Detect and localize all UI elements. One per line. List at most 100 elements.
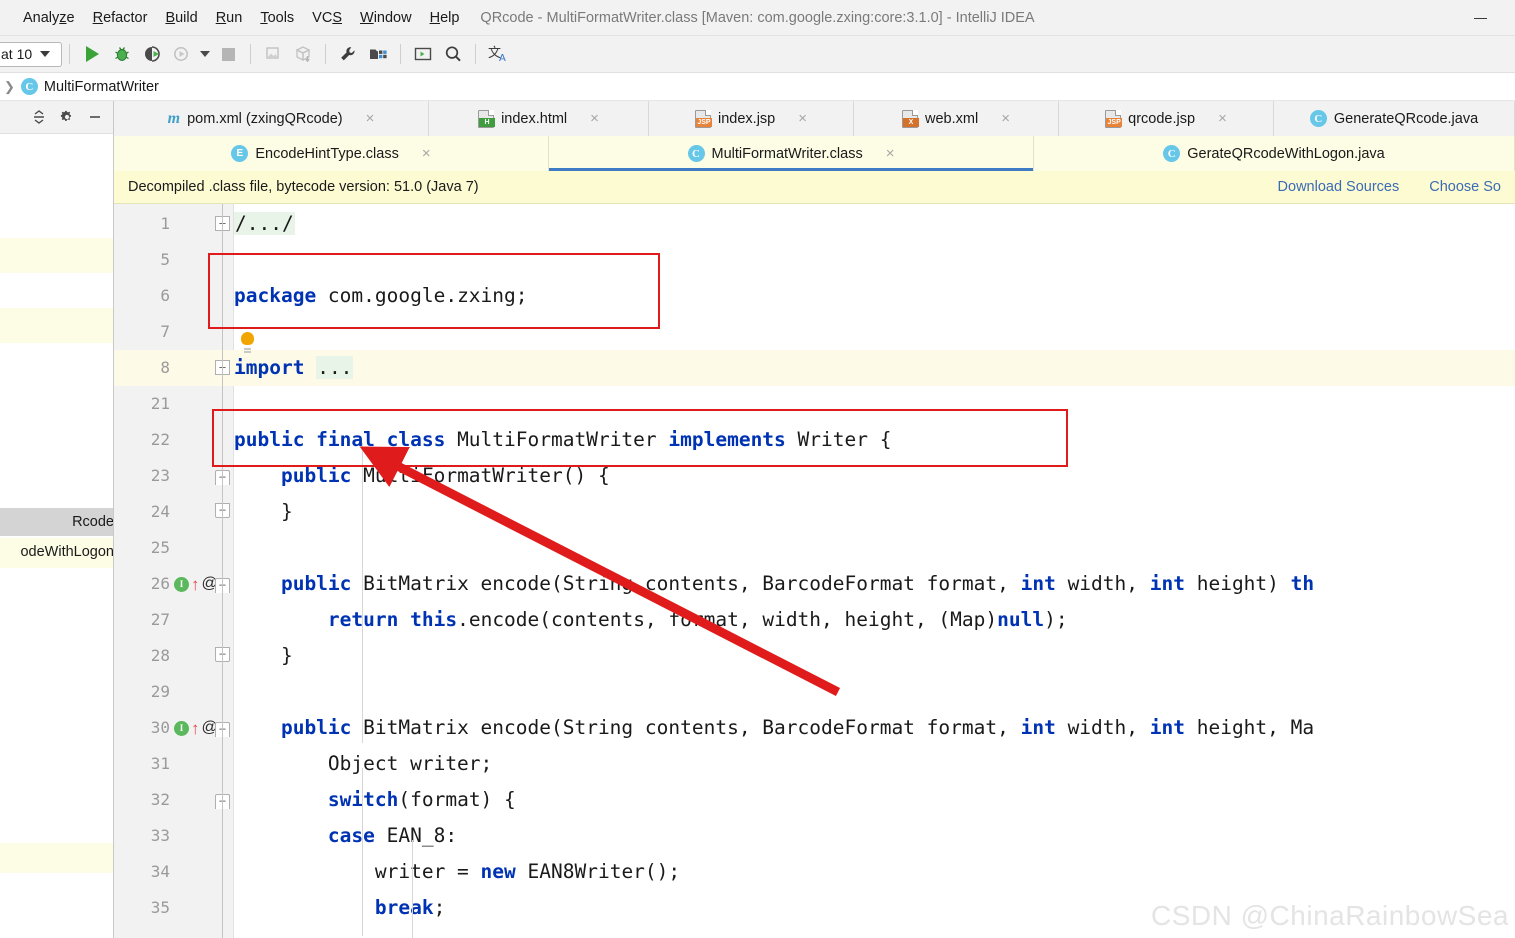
tab-label: index.jsp [718,111,775,127]
code-line[interactable]: 32− switch(format) { [114,782,1515,818]
project-structure-button[interactable] [364,40,392,68]
code-text[interactable]: break; [234,890,445,926]
code-line[interactable]: 21 [114,386,1515,422]
gutter-markers[interactable]: I↑@ [174,710,218,746]
toolbar-divider [69,44,70,64]
breadcrumb-label[interactable]: MultiFormatWriter [44,79,159,95]
close-icon[interactable]: × [590,111,599,126]
menu-item-run[interactable]: Run [207,7,252,29]
java-class-icon: C [1310,110,1327,127]
menu-item-window[interactable]: Window [351,7,421,29]
code-line[interactable]: 29 [114,674,1515,710]
settings-button[interactable] [334,40,362,68]
run-configuration-selector[interactable]: at 10 [0,42,62,67]
tree-item-label: Rcode [72,514,114,530]
code-line[interactable]: 28− } [114,638,1515,674]
code-line[interactable]: 31 Object writer; [114,746,1515,782]
run-with-coverage-button[interactable] [138,40,166,68]
code-line[interactable]: 33 case EAN_8: [114,818,1515,854]
menu-item-refactor[interactable]: Refactor [84,7,157,29]
close-icon[interactable]: × [886,146,895,161]
code-text[interactable]: /.../ [234,206,295,242]
menu-item-help[interactable]: Help [421,7,469,29]
hide-icon[interactable] [86,108,104,126]
code-text[interactable]: return this.encode(contents, format, wid… [234,602,1068,638]
code-line[interactable]: 26I↑@− public BitMatrix encode(String co… [114,566,1515,602]
xml-file-icon: X [902,110,918,128]
jsp-file-icon: JSP [1105,110,1121,128]
editor-tab-index-html[interactable]: Hindex.html× [429,101,649,136]
editor-tab-qrcode-jsp[interactable]: JSPqrcode.jsp× [1059,101,1274,136]
code-text[interactable]: package com.google.zxing; [234,278,528,314]
chevron-down-icon [200,51,210,57]
editor-tab-encodehinttype-class[interactable]: EEncodeHintType.class× [114,136,549,171]
code-line[interactable]: 8+import ... [114,350,1515,386]
code-line[interactable]: 23− public MultiFormatWriter() { [114,458,1515,494]
code-line[interactable]: 34 writer = new EAN8Writer(); [114,854,1515,890]
code-line[interactable]: 22public final class MultiFormatWriter i… [114,422,1515,458]
editor-tab-web-xml[interactable]: Xweb.xml× [854,101,1059,136]
gear-icon[interactable] [58,108,76,126]
implements-icon[interactable]: I [174,721,189,736]
close-icon[interactable]: × [1001,111,1010,126]
close-icon[interactable]: × [366,111,375,126]
menu-item-tools[interactable]: Tools [251,7,303,29]
code-text[interactable]: case EAN_8: [234,818,457,854]
editor-tab-gerateqrcodewithlogon-java[interactable]: CGerateQRcodeWithLogon.java [1034,136,1515,171]
code-line[interactable]: 5 [114,242,1515,278]
stop-button[interactable] [214,40,242,68]
list-item[interactable]: Rcode [0,508,114,536]
code-line[interactable]: 24− } [114,494,1515,530]
code-line[interactable]: 1+/.../ [114,206,1515,242]
search-everywhere-button[interactable] [439,40,467,68]
gutter-markers[interactable]: I↑@ [174,566,218,602]
download-sources-link[interactable]: Download Sources [1278,179,1400,195]
code-text[interactable]: } [234,494,293,530]
close-icon[interactable]: × [422,146,431,161]
terminal-button[interactable] [409,40,437,68]
code-text[interactable]: public BitMatrix encode(String contents,… [234,566,1314,602]
close-icon[interactable]: × [798,111,807,126]
run-button[interactable] [78,40,106,68]
list-item[interactable]: odeWithLogon [0,538,114,566]
code-text[interactable]: import ... [234,350,353,386]
code-text[interactable]: Object writer; [234,746,492,782]
intention-bulb-icon[interactable] [241,332,254,345]
code-line[interactable]: 25 [114,530,1515,566]
code-line[interactable]: 7 [114,314,1515,350]
line-number: 26 [114,566,170,602]
choose-sources-link[interactable]: Choose So [1429,179,1501,195]
collapse-all-icon[interactable] [30,108,48,126]
translate-button[interactable]: 文 A [484,40,512,68]
code-line[interactable]: 30I↑@− public BitMatrix encode(String co… [114,710,1515,746]
editor-tab-pom-xml-zxingqrcode[interactable]: mpom.xml (zxingQRcode)× [114,101,429,136]
code-text[interactable]: public final class MultiFormatWriter imp… [234,422,891,458]
profile-button[interactable] [168,40,196,68]
code-text[interactable]: writer = new EAN8Writer(); [234,854,680,890]
implements-icon[interactable]: I [174,577,189,592]
update-project-button[interactable] [289,40,317,68]
editor-tab-multiformatwriter-class[interactable]: CMultiFormatWriter.class× [549,136,1034,171]
override-arrow-icon[interactable]: ↑ [191,576,200,593]
profile-dropdown[interactable] [198,40,212,68]
editor-tab-generateqrcode-java[interactable]: CGenerateQRcode.java [1274,101,1515,136]
jsp-file-icon: JSP [695,110,711,128]
minimize-button[interactable] [1457,0,1503,36]
override-arrow-icon[interactable]: ↑ [191,720,200,737]
code-line[interactable]: 6package com.google.zxing; [114,278,1515,314]
menu-item-build[interactable]: Build [156,7,206,29]
code-line[interactable]: 27 return this.encode(contents, format, … [114,602,1515,638]
code-text[interactable]: public BitMatrix encode(String contents,… [234,710,1314,746]
code-editor[interactable]: 1+/.../56package com.google.zxing;78+imp… [114,204,1515,938]
close-icon[interactable]: × [1218,111,1227,126]
code-text[interactable]: public MultiFormatWriter() { [234,458,610,494]
build-button[interactable] [259,40,287,68]
fold-guide-line [222,204,223,938]
code-text[interactable]: } [234,638,293,674]
menu-item-vcs[interactable]: VCS [303,7,351,29]
editor-tab-index-jsp[interactable]: JSP index.jsp × [649,101,854,136]
debug-button[interactable] [108,40,136,68]
menu-item-analyze[interactable]: Analyze [14,7,84,29]
line-number: 1 [114,206,170,242]
code-text[interactable]: switch(format) { [234,782,516,818]
